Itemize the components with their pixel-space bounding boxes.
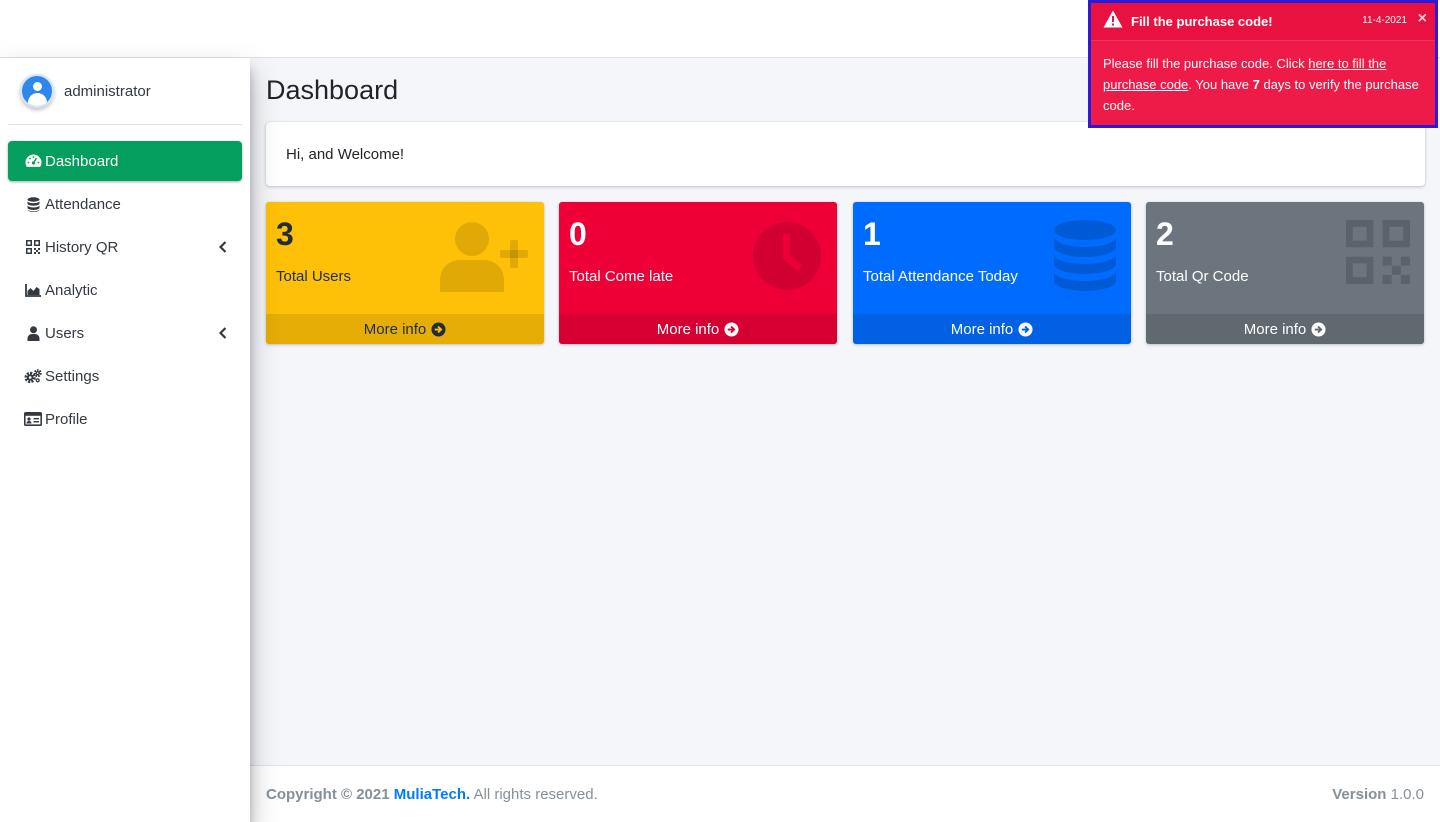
user-plus-icon [440,220,530,297]
box-label: Total Come late [569,268,674,285]
box-label: Total Qr Code [1156,268,1249,285]
sidebar-item-users[interactable]: Users [8,313,242,353]
main-content: Dashboard Hi, and Welcome! 3 Total Users… [250,58,1440,765]
toast-title: Fill the purchase code! [1131,14,1273,29]
chevron-left-icon[interactable] [218,240,228,254]
area-chart-icon [24,282,42,298]
box-label: Total Attendance Today [863,268,1018,285]
id-card-icon [24,411,42,427]
brand-link[interactable]: MuliaTech. [394,786,470,803]
sidebar-nav: Dashboard Attendance History QR Analytic [0,141,250,439]
qrcode-icon [1346,220,1410,289]
clock-icon [751,220,823,297]
user-icon [24,325,42,341]
sidebar-item-label: Settings [45,367,100,385]
toast-header: Fill the purchase code! 11-4-2021 × [1091,3,1435,41]
small-box-total-come-late: 0 Total Come late More info [559,202,837,344]
chevron-left-icon[interactable] [218,326,228,340]
box-value: 1 [863,216,881,252]
more-info-link[interactable]: More info [853,314,1131,344]
welcome-text: Hi, and Welcome! [286,145,405,163]
cogs-icon [24,368,42,384]
page-title: Dashboard [266,75,399,105]
arrow-circle-right-icon [1018,321,1033,337]
warning-icon [1103,10,1123,33]
more-info-link[interactable]: More info [1146,314,1424,344]
sidebar-item-history-qr[interactable]: History QR [8,227,242,267]
sidebar-item-analytic[interactable]: Analytic [8,270,242,310]
database-icon [1053,220,1117,297]
arrow-circle-right-icon [724,321,739,337]
close-icon[interactable]: × [1418,10,1427,28]
page-footer: Copyright © 2021 MuliaTech. All rights r… [250,765,1440,822]
sidebar: administrator Dashboard Attendance Histo… [0,58,250,822]
box-value: 0 [569,216,587,252]
database-icon [24,196,42,212]
user-panel[interactable]: administrator [8,58,242,125]
small-box-total-users: 3 Total Users More info [266,202,544,344]
sidebar-item-label: Analytic [45,281,98,299]
sidebar-item-attendance[interactable]: Attendance [8,184,242,224]
sidebar-item-label: History QR [45,238,119,256]
toast-date: 11-4-2021 [1362,15,1407,26]
version-info: Version 1.0.0 [1332,785,1424,803]
sidebar-item-label: Profile [45,410,88,428]
box-label: Total Users [276,268,352,285]
arrow-circle-right-icon [1311,321,1326,337]
small-box-total-attendance-today: 1 Total Attendance Today More info [853,202,1131,344]
sidebar-item-label: Users [45,324,85,342]
sidebar-item-settings[interactable]: Settings [8,356,242,396]
box-value: 3 [276,216,294,252]
sidebar-item-profile[interactable]: Profile [8,399,242,439]
user-name[interactable]: administrator [64,83,151,100]
toast-body: Please fill the purchase code. Click her… [1103,56,1419,113]
qrcode-icon [24,239,42,255]
copyright: Copyright © 2021 MuliaTech. All rights r… [266,785,598,803]
avatar[interactable] [20,74,54,108]
welcome-card: Hi, and Welcome! [266,122,1425,186]
sidebar-item-dashboard[interactable]: Dashboard [8,141,242,181]
arrow-circle-right-icon [431,321,446,337]
small-box-total-qr-code: 2 Total Qr Code More info [1146,202,1424,344]
box-value: 2 [1156,216,1174,252]
sidebar-item-label: Dashboard [45,152,119,170]
purchase-code-toast: Fill the purchase code! 11-4-2021 × Plea… [1088,0,1438,128]
sidebar-item-label: Attendance [45,195,121,213]
more-info-link[interactable]: More info [559,314,837,344]
tachometer-icon [24,153,42,169]
more-info-link[interactable]: More info [266,314,544,344]
